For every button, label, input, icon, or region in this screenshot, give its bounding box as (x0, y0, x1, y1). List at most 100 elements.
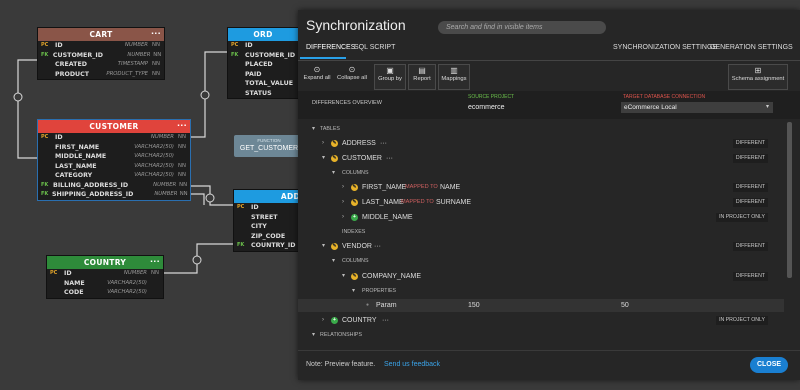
table-menu-icon[interactable]: ··· (151, 27, 161, 40)
tab-generation-settings[interactable]: GENERATION SETTINGS (710, 44, 793, 51)
tree-row-address[interactable]: › ✎ ADDRESS ··· DIFFERENT (298, 137, 784, 150)
collapse-all-button[interactable]: ⊙ Collapse all (334, 64, 370, 88)
vertical-scrollbar[interactable] (787, 122, 792, 278)
expand-icon: ⊙ (313, 65, 321, 74)
table-column-row[interactable]: PRODUCT PRODUCT_TYPE NN (38, 70, 164, 80)
not-null-flag: NN (179, 181, 188, 188)
tab-synchronization-settings[interactable]: SYNCHRONIZATION SETTINGS (613, 44, 717, 51)
table-country[interactable]: COUNTRY ··· PC ID NUMBER NN NAME VARCHAR2(50)… (47, 256, 163, 298)
tree-row-columns[interactable]: ▾ COLUMNS (298, 167, 784, 180)
tree-row-relationships[interactable]: ▾ RELATIONSHIPS (298, 329, 784, 342)
column-name: PAID (245, 70, 262, 78)
table-column-row[interactable]: PC ID (228, 41, 298, 51)
table-column-row[interactable]: MIDDLE_NAME VARCHAR2(50) (38, 152, 190, 162)
table-column-row[interactable]: FK CUSTOMER_ID NUMBER NN (38, 51, 164, 61)
tree-row-columns[interactable]: ▾ COLUMNS (298, 255, 784, 268)
table-column-row[interactable]: STREET (234, 213, 304, 223)
more-icon[interactable]: ··· (380, 137, 387, 150)
chevron-right-icon: › (322, 140, 324, 146)
table-header: ORD (228, 28, 298, 41)
column-name: CITY (251, 223, 267, 230)
key-badge (234, 213, 251, 223)
column-name: SHIPPING_ADDRESS_ID (52, 191, 134, 198)
table-column-row[interactable]: PC ID NUMBER NN (38, 133, 190, 143)
mappings-button[interactable]: ▥ Mappings (438, 64, 470, 90)
table-column-row[interactable]: FK COUNTRY_ID (234, 241, 304, 251)
table-column-row[interactable]: CATEGORY VARCHAR2(50) NN (38, 171, 190, 181)
table-column-row[interactable]: FK SHIPPING_ADDRESS_ID NUMBER NN (38, 190, 190, 200)
table-address[interactable]: ADD PC ID STREET CITY ZIP_CODE FK COUNTRY_ID (234, 190, 304, 251)
more-icon[interactable]: ··· (374, 240, 381, 253)
table-column-row[interactable]: CODE VARCHAR2(50) (47, 288, 163, 298)
tree-row-vendor[interactable]: ▾ ✎ VENDOR ··· DIFFERENT (298, 240, 784, 253)
chevron-down-icon: ▾ (322, 155, 326, 161)
not-null-flag: NN (153, 51, 162, 58)
more-icon[interactable]: ··· (386, 152, 393, 165)
primary-key-badge: PC (41, 42, 49, 48)
table-menu-icon[interactable]: ··· (177, 119, 187, 132)
column-name: TOTAL_VALUE (245, 80, 294, 87)
tree-row-tables[interactable]: ▾ TABLES (298, 123, 784, 136)
close-button[interactable]: CLOSE (750, 357, 788, 373)
expand-all-button[interactable]: ⊙ Expand all (300, 64, 334, 88)
table-column-row[interactable]: PC ID NUMBER NN (47, 269, 163, 279)
chevron-right-icon: › (342, 214, 344, 220)
table-order[interactable]: ORD PC ID FK CUSTOMER_ID PLACED PAID TOTAL_VAL… (228, 28, 298, 98)
table-column-row[interactable]: FK BILLING_ADDRESS_ID NUMBER NN (38, 181, 190, 191)
column-type: VARCHAR2(50) (134, 153, 174, 159)
table-column-row[interactable]: ZIP_CODE (234, 232, 304, 242)
more-icon[interactable]: ··· (382, 314, 389, 327)
tree-row-middle-name[interactable]: › + MIDDLE_NAME IN PROJECT ONLY (298, 211, 784, 224)
tree-row-country[interactable]: › + COUNTRY ··· IN PROJECT ONLY (298, 314, 784, 327)
mapped-target: SURNAME (436, 199, 472, 206)
not-null-flag: NN (152, 61, 160, 67)
table-cart[interactable]: CART ··· PC ID NUMBER NN FK CUSTOMER_ID NUMBER… (38, 28, 164, 79)
table-column-row[interactable]: STATUS (228, 89, 298, 99)
not-null-flag: NN (152, 42, 160, 48)
changed-icon: ✎ (331, 140, 338, 147)
column-name: ID (245, 42, 253, 49)
key-badge (234, 232, 251, 242)
feedback-link[interactable]: Send us feedback (384, 361, 440, 368)
tree-row-customer[interactable]: ▾ ✎ CUSTOMER ··· DIFFERENT (298, 152, 784, 165)
function-get-customer[interactable]: FUNCTION GET_CUSTOMER (234, 135, 304, 157)
target-connection-select[interactable]: eCommerce Local ▾ (621, 102, 773, 113)
tree-row-indexes[interactable]: INDEXES (298, 226, 784, 239)
search-input[interactable]: Search and find in visible items (438, 21, 606, 34)
table-column-row[interactable]: CITY (234, 222, 304, 232)
chevron-down-icon: ▾ (332, 258, 336, 264)
not-null-flag (147, 279, 163, 289)
tab-sql-script[interactable]: SQL SCRIPT (354, 44, 395, 51)
table-column-row[interactable]: PAID (228, 70, 298, 80)
tree-row-last-name[interactable]: › ✎ LAST_NAME MAPPED TO SURNAME DIFFEREN… (298, 196, 784, 209)
synchronization-dialog: Synchronization Search and find in visib… (298, 10, 800, 380)
table-column-row[interactable]: PC ID NUMBER NN (38, 41, 164, 51)
table-column-row[interactable]: FIRST_NAME VARCHAR2(50) NN (38, 143, 190, 153)
table-column-row[interactable]: PLACED (228, 60, 298, 70)
table-customer[interactable]: CUSTOMER ··· PC ID NUMBER NN FIRST_NAME VARCH… (38, 120, 190, 200)
tree-row-company-name[interactable]: ▾ ✎ COMPANY_NAME DIFFERENT (298, 270, 784, 283)
table-column-row[interactable]: CREATED TIMESTAMP NN (38, 60, 164, 70)
table-columns: PC ID NUMBER NN FK CUSTOMER_ID NUMBER NN CREATED… (38, 41, 164, 79)
column-name: BILLING_ADDRESS_ID (53, 181, 129, 189)
table-column-row[interactable]: LAST_NAME VARCHAR2(50) NN (38, 162, 190, 172)
table-column-row[interactable]: TOTAL_VALUE (228, 79, 298, 89)
tab-differences[interactable]: DIFFERENCES (306, 44, 355, 51)
tree-row-first-name[interactable]: › ✎ FIRST_NAME MAPPED TO NAME DIFFERENT (298, 181, 784, 194)
chevron-down-icon: ▾ (765, 104, 769, 110)
schema-assignment-button[interactable]: ⊞ Schema assignment (728, 64, 788, 90)
status-badge: DIFFERENT (732, 198, 768, 207)
table-menu-icon[interactable]: ··· (150, 255, 160, 268)
report-button[interactable]: ▤ Report (408, 64, 436, 90)
key-badge (228, 70, 245, 80)
table-column-row[interactable]: FK CUSTOMER_ID (228, 51, 298, 61)
key-badge (38, 70, 55, 80)
group-by-button[interactable]: ▣ Group by (374, 64, 406, 90)
table-column-row[interactable]: NAME VARCHAR2(50) (47, 279, 163, 289)
table-column-row[interactable]: PC ID (234, 203, 304, 213)
table-columns: PC ID STREET CITY ZIP_CODE FK COUNTRY_ID (234, 203, 304, 251)
tree-row-properties[interactable]: ▾ PROPERTIES (298, 285, 784, 298)
chevron-right-icon: › (342, 199, 344, 205)
status-badge: DIFFERENT (732, 242, 768, 251)
source-project-value: ecommerce (468, 104, 505, 111)
